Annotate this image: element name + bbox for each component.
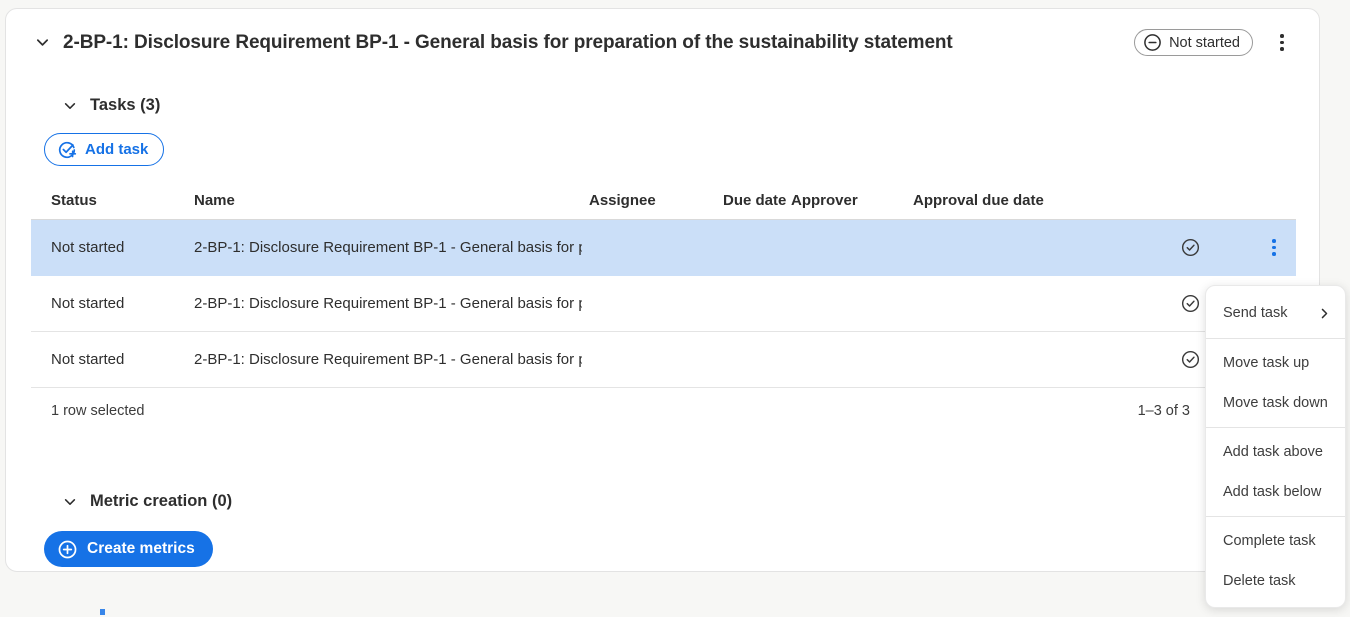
row-name: 2-BP-1: Disclosure Requirement BP-1 - Ge… — [194, 239, 582, 256]
menu-item-move-task-up[interactable]: Move task up — [1206, 343, 1345, 383]
table-header-row: Status Name Assignee Due date Approver A… — [31, 182, 1296, 220]
status-badge-label: Not started — [1169, 35, 1240, 51]
menu-item-add-task-above[interactable]: Add task above — [1206, 432, 1345, 472]
row-name: 2-BP-1: Disclosure Requirement BP-1 - Ge… — [194, 351, 582, 368]
complete-task-check-circle-icon[interactable] — [1180, 237, 1201, 258]
menu-item-label: Complete task — [1223, 533, 1316, 549]
menu-item-complete-task[interactable]: Complete task — [1206, 521, 1345, 561]
row-status: Not started — [51, 295, 194, 312]
card-header: 2-BP-1: Disclosure Requirement BP-1 - Ge… — [33, 29, 1295, 56]
column-header-approval-due-date: Approval due date — [913, 192, 1091, 209]
complete-task-check-circle-icon[interactable] — [1180, 349, 1201, 370]
text-cursor-artifact — [100, 609, 105, 615]
row-name: 2-BP-1: Disclosure Requirement BP-1 - Ge… — [194, 295, 582, 312]
metric-creation-chevron-down-icon[interactable] — [61, 493, 79, 511]
pagination-text: 1–3 of 3 — [1138, 403, 1190, 419]
menu-item-label: Delete task — [1223, 573, 1296, 589]
row-kebab-menu-icon[interactable] — [1261, 235, 1287, 261]
metric-creation-section-header: Metric creation (0) — [61, 492, 1319, 511]
selection-count-text: 1 row selected — [31, 403, 145, 419]
menu-item-label: Move task down — [1223, 395, 1328, 411]
context-menu-group: Send task — [1206, 288, 1345, 338]
table-row[interactable]: Not started 2-BP-1: Disclosure Requireme… — [31, 276, 1296, 332]
task-add-check-circle-plus-icon — [57, 140, 77, 160]
page-title: 2-BP-1: Disclosure Requirement BP-1 - Ge… — [63, 32, 953, 54]
disclosure-requirement-card: 2-BP-1: Disclosure Requirement BP-1 - Ge… — [5, 8, 1320, 572]
add-task-button[interactable]: Add task — [44, 133, 164, 166]
menu-item-add-task-below[interactable]: Add task below — [1206, 472, 1345, 512]
menu-item-move-task-down[interactable]: Move task down — [1206, 383, 1345, 423]
menu-item-send-task[interactable]: Send task — [1206, 292, 1345, 334]
context-menu-group: Add task above Add task below — [1206, 427, 1345, 516]
menu-item-delete-task[interactable]: Delete task — [1206, 561, 1345, 601]
menu-item-label: Add task below — [1223, 484, 1321, 500]
column-header-assignee: Assignee — [589, 192, 723, 209]
table-footer: 1 row selected 1–3 of 3 — [31, 388, 1296, 434]
column-header-due-date: Due date — [723, 192, 791, 209]
plus-circle-icon — [57, 539, 78, 560]
column-header-name: Name — [194, 192, 589, 209]
menu-item-label: Send task — [1223, 305, 1288, 321]
context-menu-group: Move task up Move task down — [1206, 338, 1345, 427]
create-metrics-button[interactable]: Create metrics — [44, 531, 213, 567]
complete-task-check-circle-icon[interactable] — [1180, 293, 1201, 314]
status-badge: Not started — [1134, 29, 1253, 56]
row-status: Not started — [51, 351, 194, 368]
header-kebab-menu-icon[interactable] — [1269, 30, 1295, 56]
row-status: Not started — [51, 239, 194, 256]
add-task-button-label: Add task — [85, 141, 148, 158]
tasks-table: Status Name Assignee Due date Approver A… — [31, 182, 1296, 434]
tasks-section-header: Tasks (3) — [61, 96, 1319, 115]
tasks-section-title: Tasks (3) — [90, 96, 160, 115]
task-context-menu: Send task Move task up Move task down Ad… — [1205, 285, 1346, 608]
not-started-circled-minus-icon — [1143, 33, 1162, 52]
create-metrics-button-label: Create metrics — [87, 540, 195, 558]
collapse-section-chevron-down-icon[interactable] — [33, 34, 51, 52]
submenu-chevron-right-icon — [1318, 307, 1331, 320]
metric-creation-section-title: Metric creation (0) — [90, 492, 232, 511]
table-row[interactable]: Not started 2-BP-1: Disclosure Requireme… — [31, 332, 1296, 388]
column-header-approver: Approver — [791, 192, 913, 209]
context-menu-group: Complete task Delete task — [1206, 516, 1345, 605]
column-header-status: Status — [51, 192, 194, 209]
tasks-chevron-down-icon[interactable] — [61, 97, 79, 115]
menu-item-label: Move task up — [1223, 355, 1309, 371]
table-row[interactable]: Not started 2-BP-1: Disclosure Requireme… — [31, 220, 1296, 276]
menu-item-label: Add task above — [1223, 444, 1323, 460]
